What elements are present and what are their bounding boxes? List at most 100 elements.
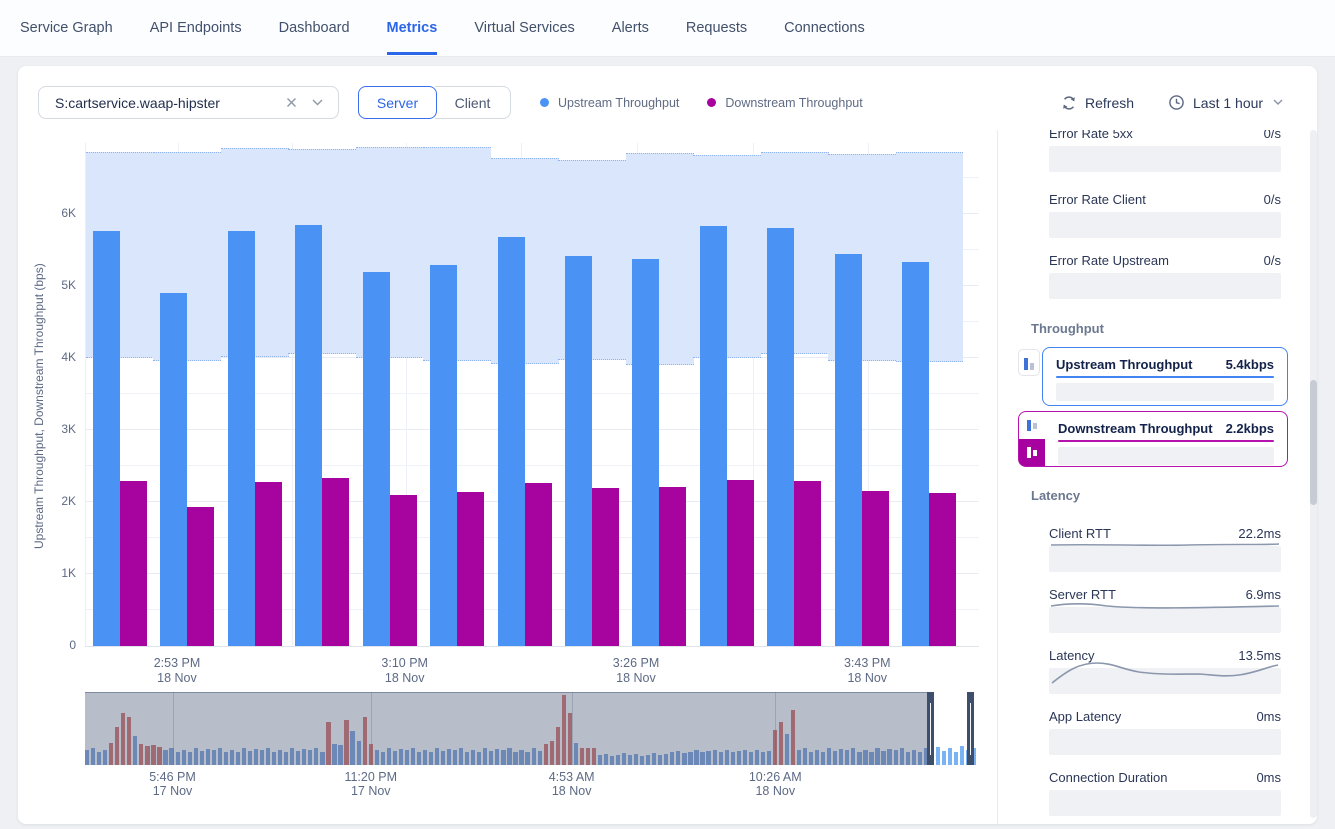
- service-select[interactable]: S:cartservice.waap-hipster: [38, 86, 339, 119]
- brush-bar: [954, 752, 958, 765]
- tick-date: 18 Nov: [360, 671, 450, 686]
- tick-time: 2:53 PM: [132, 656, 222, 671]
- metric-row-text: App Latency0ms: [1049, 709, 1281, 724]
- downstream-bar: [120, 481, 147, 646]
- nav-tab-api-endpoints[interactable]: API Endpoints: [150, 2, 242, 55]
- metric-value: 0ms: [1256, 770, 1281, 785]
- upstream-bar: [632, 259, 659, 646]
- brush-handle-right[interactable]: [967, 692, 974, 765]
- downstream-bar: [862, 491, 889, 646]
- mode-server-button[interactable]: Server: [358, 86, 437, 119]
- sidebar-scrollbar[interactable]: [1310, 130, 1317, 818]
- tick-time: 4:53 AM: [527, 770, 617, 784]
- timeline-brush-chart[interactable]: [85, 692, 978, 765]
- nav-tab-alerts[interactable]: Alerts: [612, 2, 649, 55]
- tick-date: 18 Nov: [132, 671, 222, 686]
- throughput-bar-chart: [85, 143, 979, 647]
- upstream-bar: [93, 231, 120, 646]
- metric-sparkline: [1049, 654, 1281, 688]
- downstream-throughput-card[interactable]: Downstream Throughput2.2kbps: [1018, 411, 1288, 467]
- metric-sparkline: [1049, 598, 1281, 614]
- chevron-down-icon: [1273, 99, 1283, 106]
- tick-date: 18 Nov: [730, 784, 820, 798]
- service-select-value: S:cartservice.waap-hipster: [39, 95, 278, 111]
- nav-tab-metrics[interactable]: Metrics: [387, 2, 438, 55]
- time-range-value: Last 1 hour: [1193, 95, 1263, 111]
- refresh-button[interactable]: Refresh: [1061, 86, 1134, 119]
- metric-row-error-rate-client[interactable]: Error Rate Client0/s: [1049, 192, 1281, 207]
- mode-client-button[interactable]: Client: [435, 86, 511, 119]
- metric-value: 0/s: [1264, 130, 1281, 141]
- brush-handle-left[interactable]: [927, 692, 934, 765]
- upstream-bar: [363, 272, 390, 646]
- x-tick-label: 3:26 PM18 Nov: [591, 656, 681, 686]
- metric-sparkline-box: [1049, 212, 1281, 238]
- y-tick-label: 0: [18, 638, 76, 652]
- metric-sparkline-box: [1049, 729, 1281, 755]
- metric-row-error-rate-upstream[interactable]: Error Rate Upstream 0/s: [1049, 253, 1281, 268]
- legend-dot: [707, 98, 716, 107]
- card-title-row: Downstream Throughput2.2kbps: [1045, 412, 1287, 440]
- metric-label: Error Rate Client: [1049, 192, 1146, 207]
- section-header-throughput: Throughput: [1031, 321, 1104, 336]
- downstream-bar: [457, 492, 484, 646]
- card-content: Downstream Throughput2.2kbps: [1045, 412, 1287, 466]
- card-label: Upstream Throughput: [1056, 357, 1193, 372]
- upstream-bar: [902, 262, 929, 646]
- x-tick-label: 3:43 PM18 Nov: [822, 656, 912, 686]
- gridline: [371, 692, 372, 765]
- chart-legend: Upstream Throughput Downstream Throughput: [540, 86, 863, 119]
- metric-sparkline-box: [1049, 273, 1281, 299]
- tick-time: 3:26 PM: [591, 656, 681, 671]
- nav-tab-virtual-services[interactable]: Virtual Services: [474, 2, 574, 55]
- clear-icon[interactable]: [278, 97, 304, 108]
- legend-item-upstream-throughput[interactable]: Upstream Throughput: [540, 96, 679, 110]
- y-tick-label: 4K: [18, 350, 76, 364]
- server-client-toggle: ServerClient: [358, 86, 511, 119]
- bar-chart-icon-selected[interactable]: [1019, 439, 1045, 466]
- nav-tab-requests[interactable]: Requests: [686, 2, 747, 55]
- legend-item-downstream-throughput[interactable]: Downstream Throughput: [707, 96, 862, 110]
- upstream-bar: [430, 265, 457, 646]
- tick-time: 5:46 PM: [128, 770, 218, 784]
- tick-date: 18 Nov: [591, 671, 681, 686]
- nav-tab-connections[interactable]: Connections: [784, 2, 865, 55]
- bar-chart-icon[interactable]: [1019, 412, 1045, 439]
- brush-bar: [936, 747, 940, 765]
- nav-tab-service-graph[interactable]: Service Graph: [20, 2, 113, 55]
- nav-tab-dashboard[interactable]: Dashboard: [279, 2, 350, 55]
- metric-sparkline: [1049, 538, 1281, 552]
- metric-row-app-latency[interactable]: App Latency0ms: [1049, 709, 1281, 724]
- legend-label: Downstream Throughput: [725, 96, 862, 110]
- y-axis-title: Upstream Throughput, Downstream Throughp…: [32, 186, 46, 626]
- time-range-picker[interactable]: Last 1 hour: [1168, 86, 1283, 119]
- metric-value: 0/s: [1264, 253, 1281, 268]
- upstream-throughput-card[interactable]: Upstream Throughput5.4kbps: [1042, 347, 1288, 406]
- metric-row-connection-duration[interactable]: Connection Duration0ms: [1049, 770, 1281, 785]
- card-sparkline: [1056, 376, 1274, 378]
- tick-time: 10:26 AM: [730, 770, 820, 784]
- gridline: [775, 692, 776, 765]
- upstream-bar: [498, 237, 525, 646]
- scrollbar-thumb[interactable]: [1310, 380, 1317, 505]
- y-tick-label: 2K: [18, 494, 76, 508]
- y-tick-label: 6K: [18, 206, 76, 220]
- downstream-bar: [322, 478, 349, 646]
- top-navigation: Service Graph API Endpoints Dashboard Metri…: [0, 0, 1335, 57]
- gridline: [173, 692, 174, 765]
- tick-time: 11:20 PM: [326, 770, 416, 784]
- metric-row-error-rate-5xx[interactable]: Error Rate 5xx 0/s: [1049, 130, 1281, 141]
- metric-label: Error Rate 5xx: [1049, 130, 1133, 141]
- y-tick-label: 5K: [18, 278, 76, 292]
- y-tick-label: 1K: [18, 566, 76, 580]
- upstream-bar: [295, 225, 322, 646]
- card-box: [1058, 447, 1274, 465]
- chevron-down-icon[interactable]: [304, 99, 330, 106]
- upstream-bar: [767, 228, 794, 646]
- bar-chart-icon[interactable]: [1018, 349, 1040, 376]
- card-label: Downstream Throughput: [1058, 421, 1213, 436]
- brush-tick-label: 4:53 AM18 Nov: [527, 770, 617, 798]
- tick-date: 18 Nov: [527, 784, 617, 798]
- downstream-bar: [727, 480, 754, 646]
- metric-label: Error Rate Upstream: [1049, 253, 1169, 268]
